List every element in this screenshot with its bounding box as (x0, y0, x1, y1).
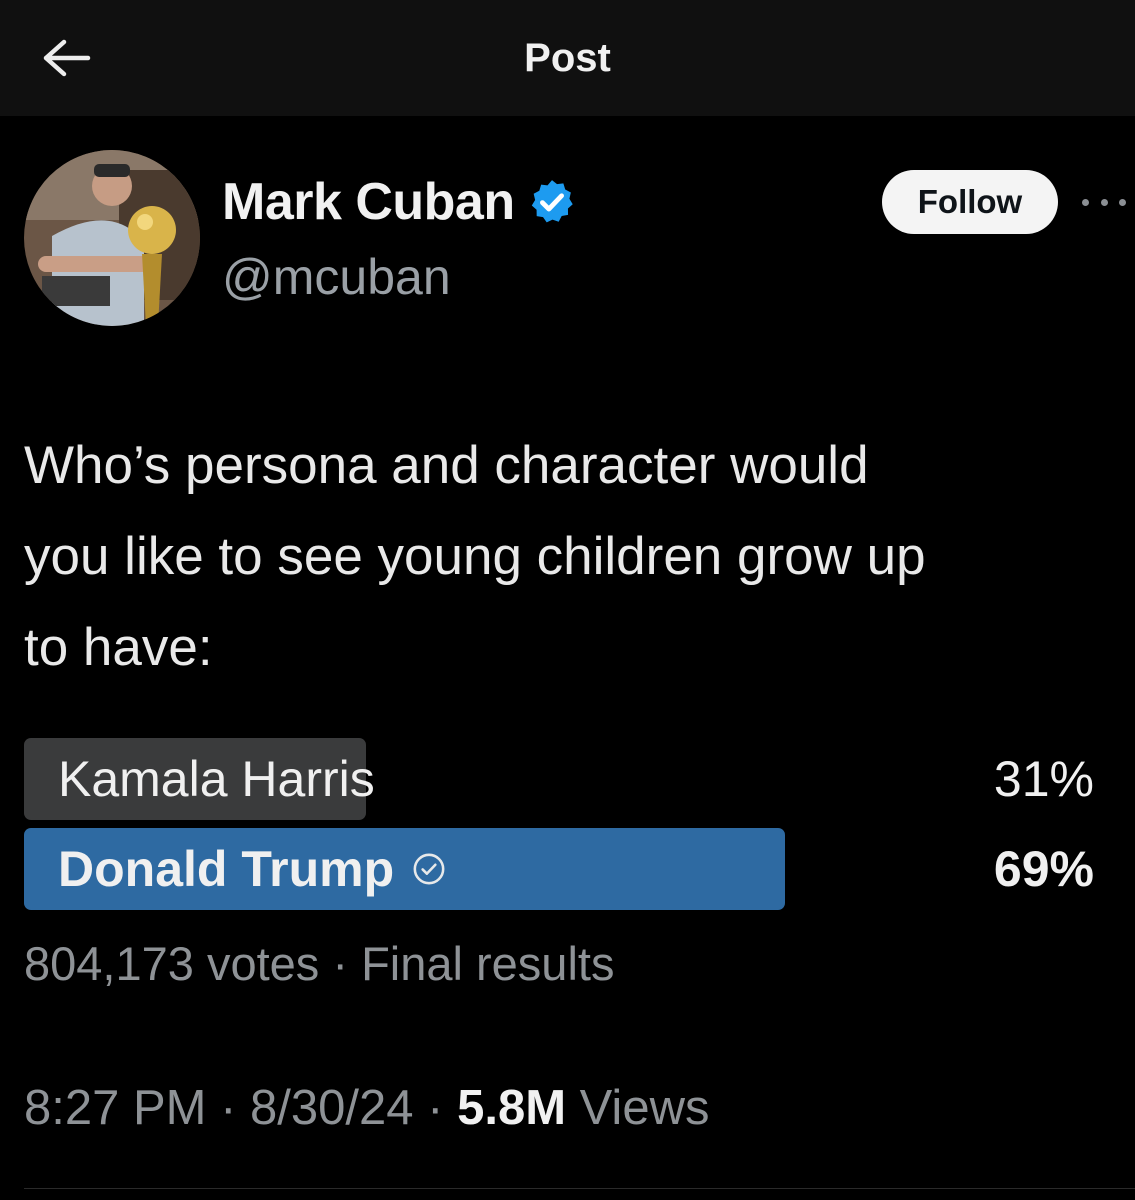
post-timestamp: 8:27 PM · 8/30/24 · 5.8M Views (24, 1078, 709, 1138)
poll-option-label: Kamala Harris (58, 751, 375, 807)
post-time[interactable]: 8:27 PM (24, 1081, 206, 1135)
ellipsis-icon (1082, 198, 1089, 206)
top-bar: Post (0, 0, 1135, 116)
poll-option-donald-trump: Donald Trump 69% (24, 828, 1114, 910)
separator: · (319, 937, 362, 990)
follow-button[interactable]: Follow (882, 170, 1058, 234)
separator: · (413, 1081, 458, 1135)
author-handle[interactable]: @mcuban (222, 248, 451, 306)
check-circle-icon (413, 853, 445, 885)
avatar-photo (24, 150, 200, 326)
post-text: Who’s persona and character would you li… (24, 420, 1114, 693)
post-text-line: Who’s persona and character would (24, 436, 869, 495)
poll-option-percent: 31% (993, 751, 1094, 807)
poll-option-kamala-harris: Kamala Harris 31% (24, 738, 1114, 820)
views-label[interactable]: Views (566, 1081, 710, 1135)
divider (24, 1188, 1135, 1189)
author-name-text: Mark Cuban (222, 173, 515, 231)
poll-option-percent: 69% (993, 841, 1094, 897)
more-options-button[interactable] (1082, 190, 1126, 214)
separator: · (206, 1081, 251, 1135)
verified-badge-icon (531, 180, 573, 223)
poll-votes: 804,173 votes (24, 937, 320, 990)
author-name[interactable]: Mark Cuban (222, 172, 577, 232)
avatar[interactable] (24, 150, 200, 326)
poll-meta: 804,173 votes · Final results (24, 934, 614, 994)
post-text-line: you like to see young children grow up (24, 527, 926, 586)
post-date[interactable]: 8/30/24 (250, 1081, 414, 1135)
poll-status: Final results (361, 937, 615, 990)
views-count[interactable]: 5.8M (457, 1081, 566, 1135)
poll-option-label: Donald Trump (58, 841, 395, 897)
page-title: Post (524, 36, 611, 80)
post-text-line: to have: (24, 618, 213, 677)
